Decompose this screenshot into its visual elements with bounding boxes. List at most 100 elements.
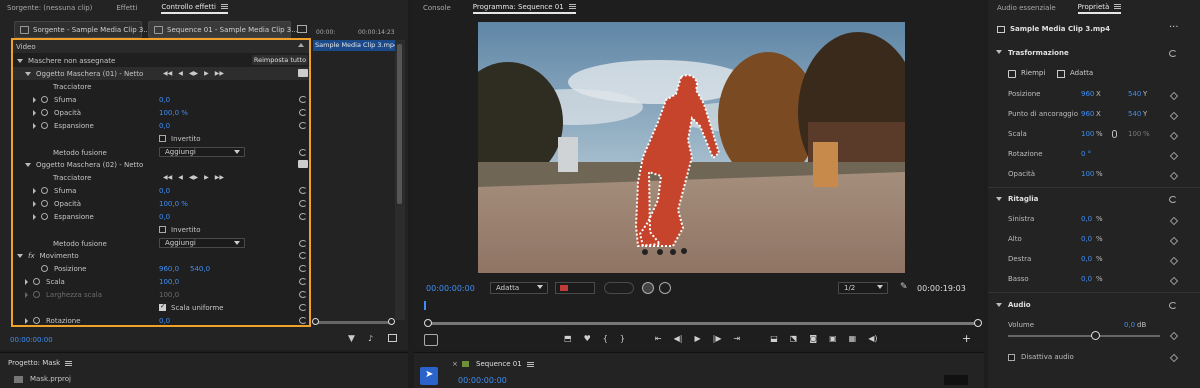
stopwatch-icon[interactable] (41, 122, 48, 129)
expand-icon[interactable] (33, 200, 36, 207)
reset-icon[interactable] (299, 278, 307, 285)
motion-position-x[interactable]: 960,0 (159, 265, 179, 273)
scroll-thumb[interactable] (397, 44, 402, 204)
fill-icon[interactable] (1008, 70, 1016, 78)
keyframe-icon[interactable] (1169, 331, 1179, 341)
timeline-scrollbar[interactable] (395, 40, 405, 320)
reset-icon[interactable] (1169, 302, 1177, 309)
reset-icon[interactable] (299, 109, 307, 116)
prop-opacity-value[interactable]: 100 (1081, 170, 1094, 178)
uniform-scale-checkbox[interactable] (159, 302, 166, 311)
export-icon[interactable] (388, 334, 397, 342)
stopwatch-icon[interactable] (41, 109, 48, 116)
menu-icon[interactable] (65, 360, 73, 366)
stopwatch-icon[interactable] (33, 278, 40, 285)
stopwatch-icon[interactable] (41, 265, 48, 272)
keyframe-icon[interactable] (1169, 216, 1179, 226)
resolution-dropdown[interactable]: 1/2 (838, 282, 888, 294)
track-back-icon[interactable]: ◀ (178, 70, 183, 77)
tab-program[interactable]: Programma: Sequence 01 (472, 3, 576, 14)
tab-project[interactable]: Progetto: Mask (8, 359, 73, 367)
keyframe-icon[interactable] (1169, 276, 1179, 286)
reset-icon[interactable] (299, 96, 307, 103)
comment-icon[interactable] (298, 69, 308, 77)
prop-anchor-x[interactable]: 960 (1081, 110, 1094, 118)
mask2-blend-dropdown[interactable]: Aggiungi (159, 238, 245, 248)
prop-anchor-y[interactable]: 540 (1128, 110, 1141, 118)
overwrite-icon[interactable]: ⬔ (790, 334, 798, 343)
source-clip-tab[interactable]: Sorgente - Sample Media Clip 3... (14, 21, 150, 38)
crop-bottom-value[interactable]: 0,0 (1081, 275, 1092, 283)
expand-icon[interactable] (33, 122, 36, 129)
expand-icon[interactable] (33, 109, 36, 116)
mute-checkbox[interactable] (1008, 354, 1015, 361)
play-icon[interactable]: ▶ (694, 334, 700, 343)
crop-collapse-icon[interactable] (996, 197, 1002, 201)
keyframe-icon[interactable] (1169, 236, 1179, 246)
reset-icon[interactable] (299, 240, 307, 247)
reset-icon[interactable] (1169, 196, 1177, 203)
collapse-icon[interactable] (298, 43, 304, 47)
reset-icon[interactable] (1169, 50, 1177, 57)
playhead[interactable] (424, 301, 426, 310)
mini-timeline-ruler[interactable]: 00:00: 00:00:14:23 (314, 24, 404, 38)
crop-left-value[interactable]: 0,0 (1081, 215, 1092, 223)
scrub-handle-left[interactable] (424, 319, 432, 327)
prop-rotation-value[interactable]: 0 ° (1081, 150, 1091, 158)
menu-icon[interactable] (568, 4, 576, 9)
tab-sequence[interactable]: Sequence 01 (476, 360, 534, 368)
mask2-opacity-value[interactable]: 100,0 % (159, 200, 188, 208)
subtract-button[interactable] (659, 282, 671, 294)
expand-icon[interactable] (25, 278, 28, 285)
video-frame[interactable] (478, 22, 905, 273)
tab-console[interactable]: Console (423, 4, 451, 12)
reset-icon[interactable] (299, 200, 307, 207)
reset-icon[interactable] (299, 291, 307, 298)
reset-icon[interactable] (299, 252, 307, 259)
expand-icon[interactable] (25, 162, 31, 167)
volume-value[interactable]: 0,0 (1124, 321, 1135, 329)
effect-controls-timecode[interactable]: 00:00:00:00 (10, 336, 53, 344)
tab-effects[interactable]: Effetti (116, 4, 137, 12)
timeline-clip[interactable]: Sample Media Clip 3.mp4 (313, 40, 395, 51)
fit-button[interactable]: Adatta (1070, 69, 1093, 77)
reset-icon[interactable] (299, 304, 307, 311)
stopwatch-icon[interactable] (41, 96, 48, 103)
zoom-bar[interactable] (313, 321, 393, 324)
mask1-opacity-value[interactable]: 100,0 % (159, 109, 188, 117)
mask2-header[interactable]: Oggetto Maschera (02) - Netto (13, 158, 309, 171)
audio-collapse-icon[interactable] (996, 303, 1002, 307)
mask1-blend-dropdown[interactable]: Aggiungi (159, 147, 245, 157)
step-back-icon[interactable]: ◀| (674, 334, 683, 343)
sequence-clip-tab[interactable]: Sequence 01 - Sample Media Clip 3... (148, 21, 298, 38)
fill-button[interactable]: Riempi (1021, 69, 1045, 77)
close-icon[interactable]: × (452, 360, 458, 368)
track-back-all-icon[interactable]: ◀◀ (163, 70, 172, 77)
time-ruler[interactable] (424, 298, 978, 310)
keyframe-icon[interactable] (1169, 256, 1179, 266)
step-forward-icon[interactable]: |▶ (713, 334, 722, 343)
track-forward-icon[interactable]: ▶ (204, 70, 209, 77)
program-timecode-in[interactable]: 00:00:00:00 (426, 284, 475, 293)
mask1-inverted-checkbox[interactable] (159, 135, 166, 142)
fit-dropdown[interactable]: Adatta (490, 282, 548, 294)
scrub-handle-right[interactable] (974, 319, 982, 327)
prop-scale-value[interactable]: 100 (1081, 130, 1094, 138)
prop-position-y[interactable]: 540 (1128, 90, 1141, 98)
go-to-out-icon[interactable]: ⇥ (734, 334, 741, 343)
add-button[interactable] (642, 282, 654, 294)
tab-effect-controls[interactable]: Controllo effetti (161, 3, 229, 14)
keyframe-icon[interactable] (1169, 131, 1179, 141)
tab-essential-audio[interactable]: Audio essenziale (997, 4, 1056, 12)
fx-badge[interactable]: fx (28, 252, 35, 260)
mask2-expansion-value[interactable]: 0,0 (159, 213, 170, 221)
insert-icon[interactable]: ⬓ (770, 334, 778, 343)
track-both-icon[interactable]: ◀▶ (189, 70, 198, 77)
project-file[interactable]: Mask.prproj (30, 375, 71, 383)
track-back-all-icon[interactable]: ◀◀ (163, 174, 172, 181)
add-control-button[interactable]: + (962, 332, 971, 345)
add-marker-icon[interactable]: ♥ (584, 334, 591, 343)
track-both-icon[interactable]: ◀▶ (189, 174, 198, 181)
audio-icon[interactable]: ◀) (868, 334, 877, 343)
reset-icon[interactable] (299, 213, 307, 220)
